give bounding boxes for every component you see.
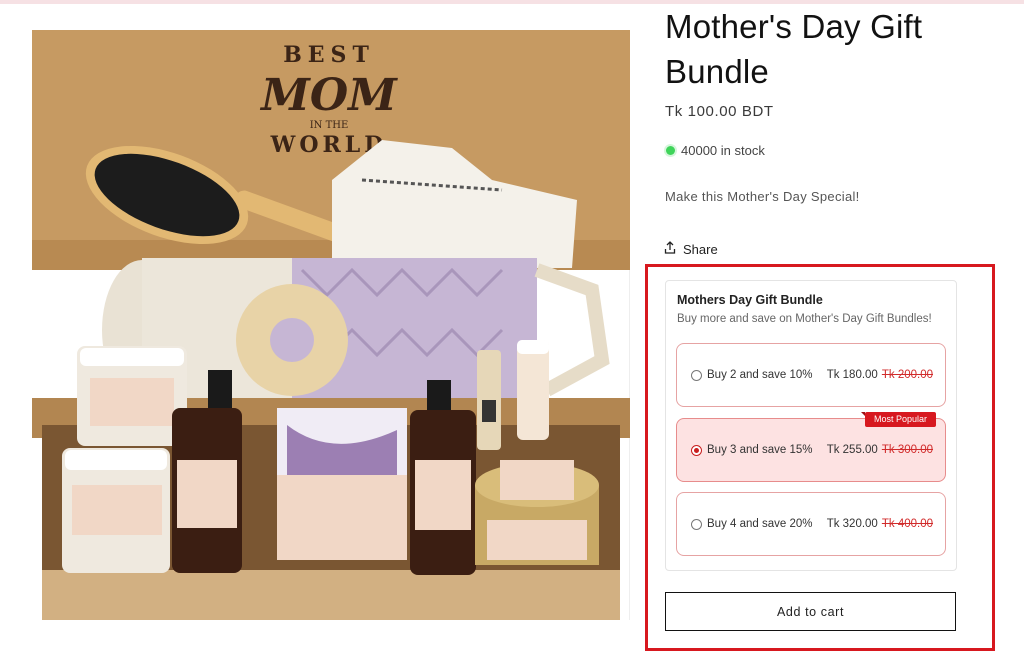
match-jar [477, 350, 501, 450]
bundle-option-label: Buy 4 and save 20% [707, 518, 813, 530]
bundle-option-label: Buy 3 and save 15% [707, 444, 813, 456]
add-to-cart-button[interactable]: Add to cart [665, 592, 956, 631]
bundle-option-compare-price: Tk 400.00 [881, 518, 933, 530]
share-button[interactable]: Share [664, 241, 718, 257]
radio-button[interactable] [691, 369, 702, 381]
svg-text:IN THE: IN THE [310, 120, 349, 131]
bundle-subtitle: Buy more and save on Mother's Day Gift B… [677, 313, 932, 325]
bundle-offer-card: Mothers Day Gift Bundle Buy more and sav… [665, 280, 957, 571]
bundle-option-buy-4[interactable]: Buy 4 and save 20% Tk 320.00 Tk 400.00 [676, 492, 946, 556]
svg-text:BEST: BEST [283, 42, 375, 68]
bundle-option-price: Tk 180.00 [826, 369, 878, 381]
bundle-option-compare-price: Tk 300.00 [881, 444, 933, 456]
bundle-option-buy-3[interactable]: Most Popular Buy 3 and save 15% Tk 255.0… [676, 412, 946, 482]
stock-status: 40000 in stock [666, 143, 765, 158]
bundle-option-label: Buy 2 and save 10% [707, 369, 813, 381]
bundle-option-price: Tk 320.00 [826, 518, 878, 530]
satin-scrunchie [236, 284, 348, 396]
share-label: Share [683, 241, 718, 257]
svg-text:MOM: MOM [259, 70, 398, 121]
gift-box-illustration: BEST MOM IN THE WORLD [32, 30, 630, 620]
artisan-soap [277, 408, 407, 560]
share-icon [664, 241, 676, 257]
product-title: Mother's Day Gift Bundle [665, 8, 923, 90]
bath-salt-jar [77, 346, 187, 446]
stock-text: 40000 in stock [681, 143, 765, 158]
in-stock-dot-icon [666, 146, 675, 155]
product-image[interactable]: BEST MOM IN THE WORLD [32, 30, 630, 620]
bundle-option-compare-price: Tk 200.00 [881, 369, 933, 381]
radio-button[interactable] [691, 518, 702, 530]
most-popular-badge: Most Popular [860, 412, 936, 427]
radio-button-selected[interactable] [691, 444, 702, 456]
product-description: Make this Mother's Day Special! [665, 189, 860, 204]
product-price: Tk 100.00 BDT [665, 103, 774, 120]
lip-balm [517, 340, 549, 440]
salt-scrub-jar [62, 448, 170, 573]
bundle-option-buy-2[interactable]: Buy 2 and save 10% Tk 180.00 Tk 200.00 [676, 343, 946, 407]
bundle-title: Mothers Day Gift Bundle [677, 293, 823, 307]
candle-tin [475, 460, 599, 565]
bundle-option-price: Tk 255.00 [826, 444, 878, 456]
